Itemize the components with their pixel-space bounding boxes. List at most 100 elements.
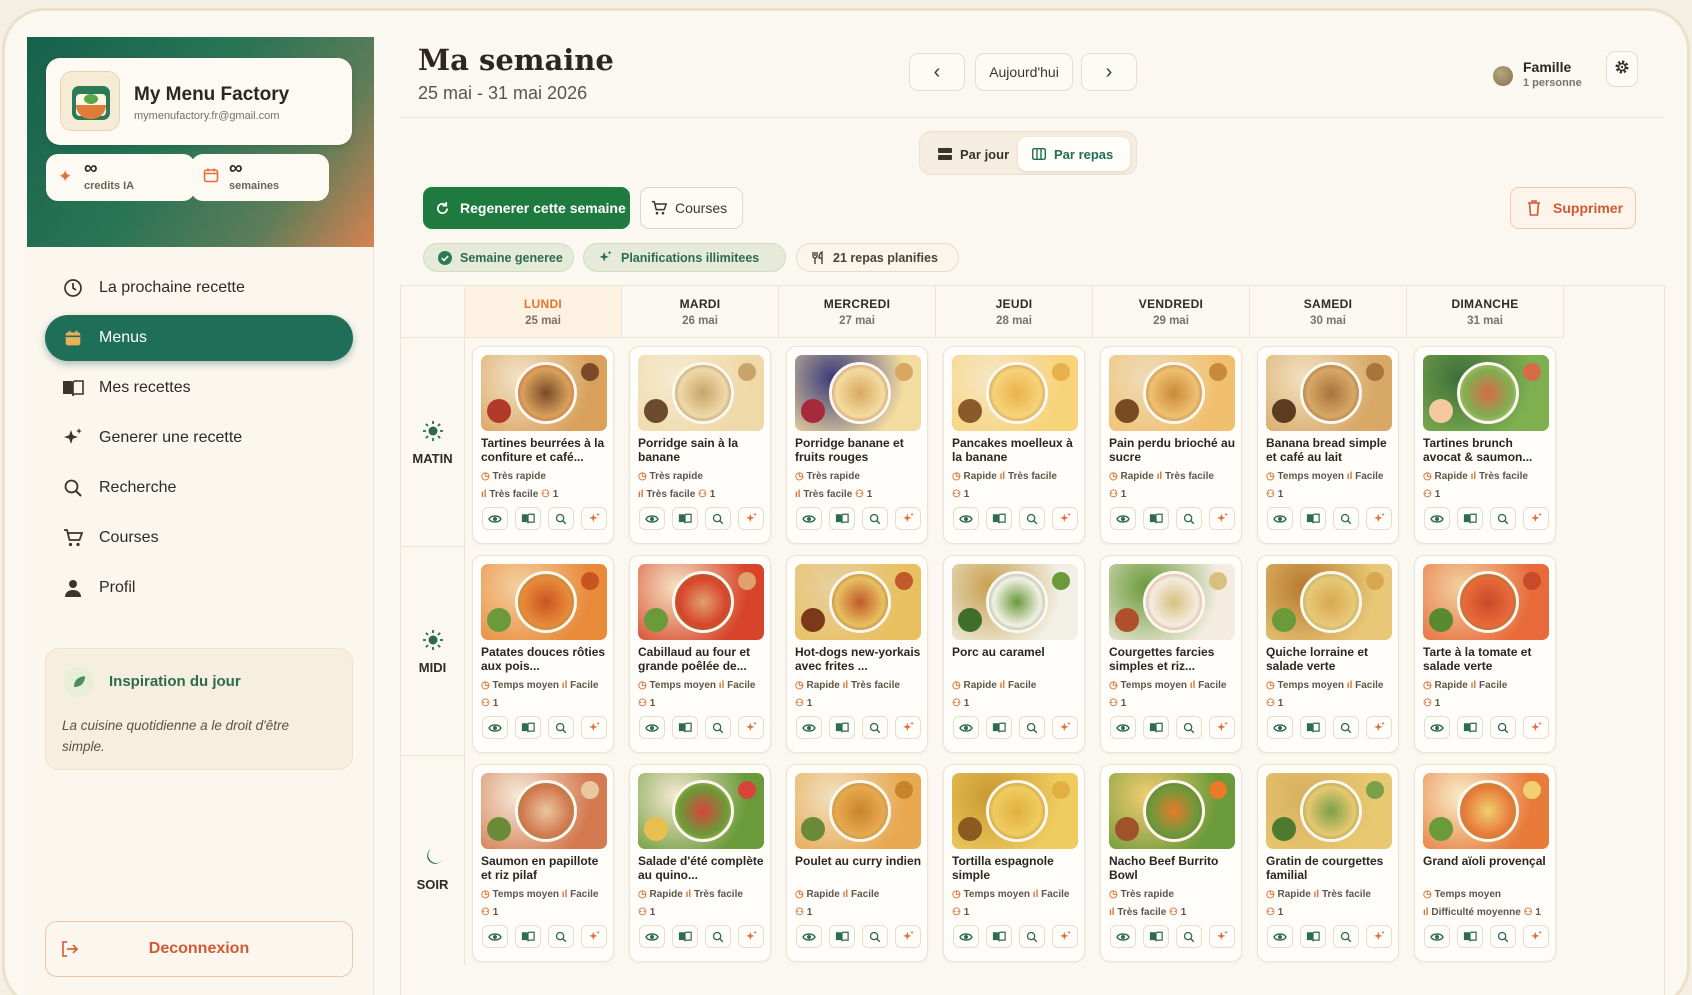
search-button[interactable] [862, 507, 888, 530]
nav-item-profile[interactable]: Profil [45, 565, 353, 611]
nav-item-my-recipes[interactable]: Mes recettes [45, 365, 353, 411]
search-button[interactable] [1490, 507, 1516, 530]
view-by-day-button[interactable]: Par jour [924, 137, 1026, 171]
meal-card[interactable]: Cabillaud au four et grande poêlée de...… [629, 555, 771, 753]
meal-card[interactable]: Nacho Beef Burrito Bowl ◷ Très rapide ıl … [1100, 764, 1242, 962]
regenerate-meal-button[interactable] [738, 716, 764, 739]
view-button[interactable] [1267, 507, 1293, 530]
courses-button[interactable]: Courses [640, 187, 743, 229]
recipe-button[interactable] [1300, 925, 1326, 948]
regenerate-meal-button[interactable] [1523, 716, 1549, 739]
view-by-meal-button[interactable]: Par repas [1018, 137, 1130, 171]
meal-card[interactable]: Porridge banane et fruits rouges ◷ Très r… [786, 346, 928, 544]
today-button[interactable]: Aujourd'hui [975, 53, 1073, 91]
search-button[interactable] [705, 716, 731, 739]
next-week-button[interactable]: › [1081, 53, 1137, 91]
view-button[interactable] [953, 925, 979, 948]
meal-card[interactable]: Tartines beurrées à la confiture et café… [472, 346, 614, 544]
recipe-button[interactable] [672, 507, 698, 530]
recipe-button[interactable] [672, 925, 698, 948]
search-button[interactable] [862, 925, 888, 948]
nav-item-search[interactable]: Recherche [45, 465, 353, 511]
meal-card[interactable]: Tarte à la tomate et salade verte ◷ Rapid… [1414, 555, 1556, 753]
nav-item-menus[interactable]: Menus [45, 315, 353, 361]
regenerate-meal-button[interactable] [1052, 507, 1078, 530]
search-button[interactable] [1333, 716, 1359, 739]
search-button[interactable] [1176, 925, 1202, 948]
view-button[interactable] [1267, 716, 1293, 739]
search-button[interactable] [705, 507, 731, 530]
regenerate-meal-button[interactable] [1523, 925, 1549, 948]
regenerate-meal-button[interactable] [738, 507, 764, 530]
view-button[interactable] [1424, 925, 1450, 948]
nav-item-generate-recipe[interactable]: Generer une recette [45, 415, 353, 461]
logout-button[interactable]: Deconnexion [45, 921, 353, 977]
view-button[interactable] [482, 716, 508, 739]
regenerate-meal-button[interactable] [1366, 925, 1392, 948]
search-button[interactable] [548, 507, 574, 530]
search-button[interactable] [1490, 925, 1516, 948]
view-button[interactable] [1110, 716, 1136, 739]
view-button[interactable] [1267, 925, 1293, 948]
recipe-button[interactable] [986, 507, 1012, 530]
regenerate-meal-button[interactable] [738, 925, 764, 948]
settings-button[interactable] [1606, 51, 1638, 87]
meal-card[interactable]: Hot-dogs new-yorkais avec frites ... ◷ Ra… [786, 555, 928, 753]
view-button[interactable] [639, 716, 665, 739]
prev-week-button[interactable]: ‹ [909, 53, 965, 91]
regenerate-meal-button[interactable] [1523, 507, 1549, 530]
view-button[interactable] [1110, 925, 1136, 948]
search-button[interactable] [1019, 716, 1045, 739]
recipe-button[interactable] [672, 716, 698, 739]
view-button[interactable] [1424, 507, 1450, 530]
regenerate-meal-button[interactable] [1209, 716, 1235, 739]
meal-card[interactable]: Banana bread simple et café au lait ◷ Tem… [1257, 346, 1399, 544]
regenerate-meal-button[interactable] [1366, 716, 1392, 739]
meal-card[interactable]: Pain perdu brioché au sucre ◷ Rapide ıl T… [1100, 346, 1242, 544]
nav-item-next-recipe[interactable]: La prochaine recette [45, 265, 353, 311]
recipe-button[interactable] [829, 507, 855, 530]
meal-card[interactable]: Tortilla espagnole simple ◷ Temps moyen ı… [943, 764, 1085, 962]
meal-card[interactable]: Quiche lorraine et salade verte ◷ Temps m… [1257, 555, 1399, 753]
recipe-button[interactable] [1300, 507, 1326, 530]
meal-card[interactable]: Saumon en papillote et riz pilaf ◷ Temps … [472, 764, 614, 962]
recipe-button[interactable] [1457, 507, 1483, 530]
view-button[interactable] [482, 507, 508, 530]
regenerate-meal-button[interactable] [1366, 507, 1392, 530]
meal-card[interactable]: Patates douces rôties aux pois... ◷ Temps… [472, 555, 614, 753]
meal-card[interactable]: Salade d'été complète au quino... ◷ Rapid… [629, 764, 771, 962]
regenerate-week-button[interactable]: Regenerer cette semaine [423, 187, 630, 229]
search-button[interactable] [1333, 925, 1359, 948]
view-button[interactable] [1424, 716, 1450, 739]
search-button[interactable] [705, 925, 731, 948]
recipe-button[interactable] [1143, 925, 1169, 948]
recipe-button[interactable] [1457, 925, 1483, 948]
nav-item-courses[interactable]: Courses [45, 515, 353, 561]
search-button[interactable] [1019, 507, 1045, 530]
recipe-button[interactable] [515, 507, 541, 530]
view-button[interactable] [953, 507, 979, 530]
search-button[interactable] [548, 716, 574, 739]
brand-card[interactable]: My Menu Factory mymenufactory.fr@gmail.c… [46, 58, 352, 145]
regenerate-meal-button[interactable] [581, 925, 607, 948]
regenerate-meal-button[interactable] [895, 716, 921, 739]
view-button[interactable] [796, 507, 822, 530]
meal-card[interactable]: Pancakes moelleux à la banane ◷ Rapide ıl… [943, 346, 1085, 544]
view-button[interactable] [482, 925, 508, 948]
meal-card[interactable]: Courgettes farcies simples et riz... ◷ Te… [1100, 555, 1242, 753]
recipe-button[interactable] [986, 716, 1012, 739]
regenerate-meal-button[interactable] [1052, 716, 1078, 739]
recipe-button[interactable] [515, 925, 541, 948]
meal-card[interactable]: Porc au caramel ◷ Rapide ıl Facile ⚇ 1 [943, 555, 1085, 753]
regenerate-meal-button[interactable] [581, 507, 607, 530]
recipe-button[interactable] [986, 925, 1012, 948]
meal-card[interactable]: Tartines brunch avocat & saumon... ◷ Rapi… [1414, 346, 1556, 544]
regenerate-meal-button[interactable] [895, 925, 921, 948]
view-button[interactable] [639, 925, 665, 948]
meal-card[interactable]: Grand aïoli provençal ◷ Temps moyen ıl Di… [1414, 764, 1556, 962]
search-button[interactable] [548, 925, 574, 948]
search-button[interactable] [862, 716, 888, 739]
recipe-button[interactable] [515, 716, 541, 739]
regenerate-meal-button[interactable] [1209, 507, 1235, 530]
regenerate-meal-button[interactable] [1052, 925, 1078, 948]
